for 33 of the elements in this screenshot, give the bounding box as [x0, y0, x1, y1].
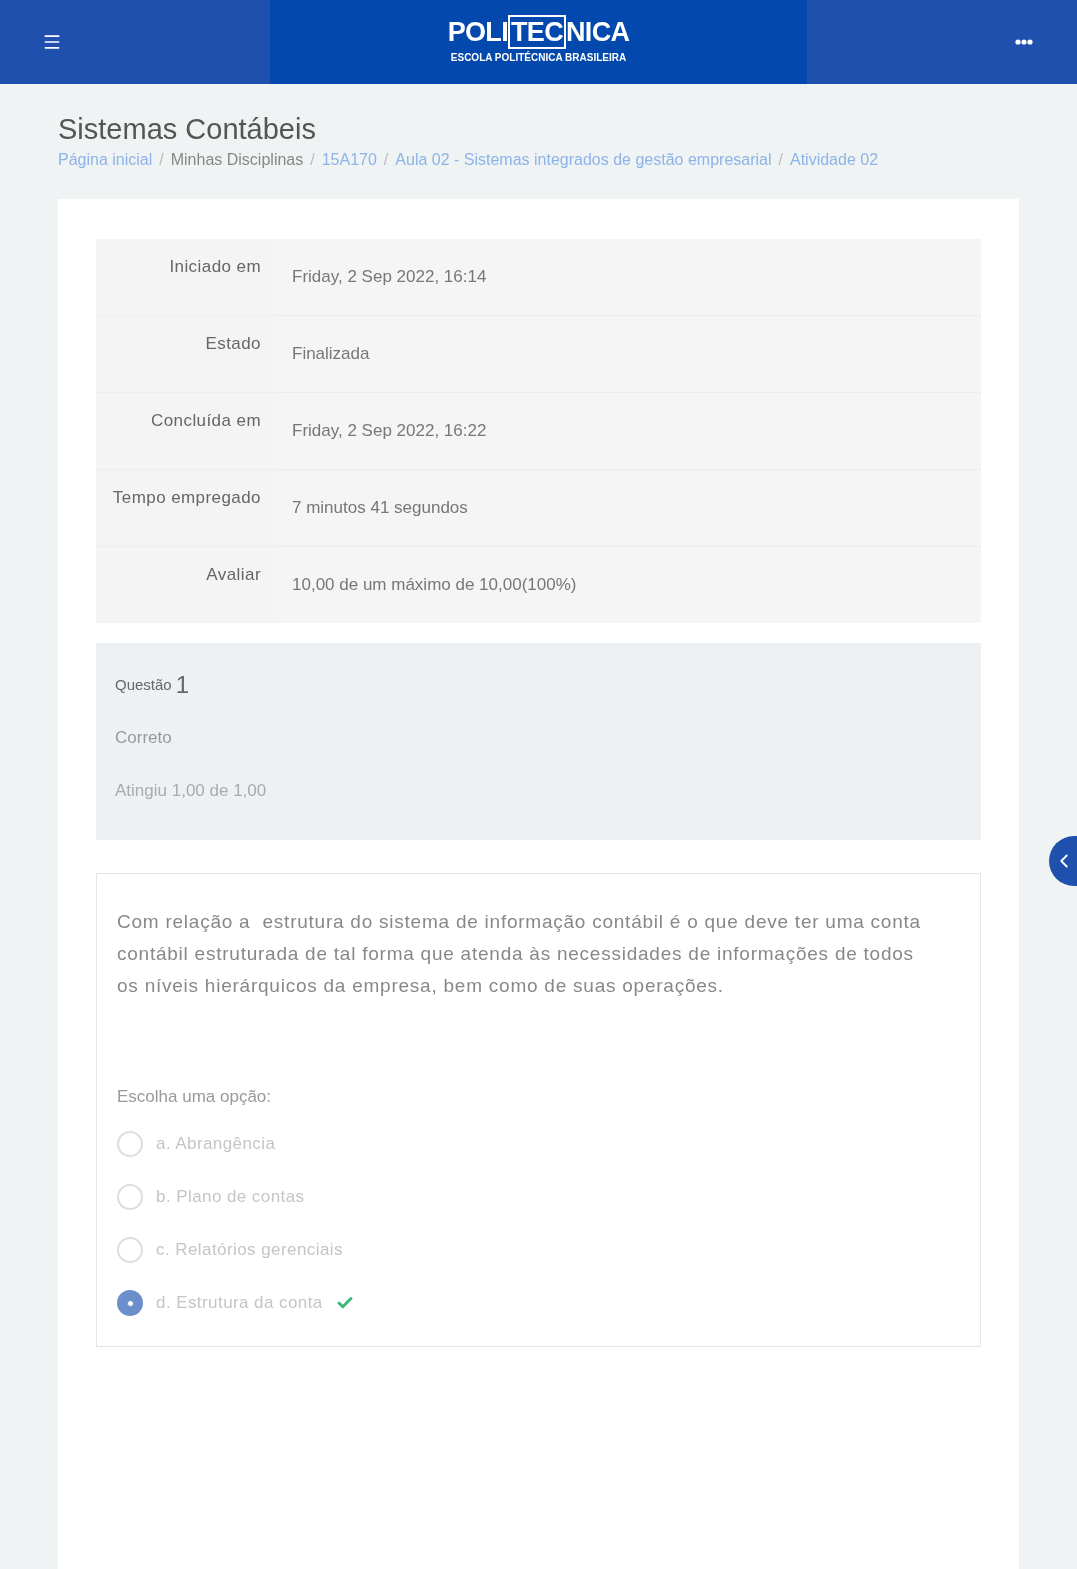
radio-button[interactable] [117, 1184, 143, 1210]
menu-icon [42, 32, 62, 52]
radio-button[interactable] [117, 1131, 143, 1157]
breadcrumb-link[interactable]: Aula 02 - Sistemas integrados de gestão empresarial [395, 147, 772, 172]
breadcrumb-separator: / [159, 149, 164, 170]
question-label: Questão [115, 675, 172, 695]
question-text: Com relação a estrutura do sistema de informação contábil é o que deve ter uma conta contábil estruturada de tal forma que atenda às necessidades de informações de todos os níveis hierárquicos da empresa, bem como de suas operações. [117, 909, 922, 998]
summary-label: Concluída em [150, 409, 262, 432]
option-label[interactable]: a. Abrangência [156, 1131, 276, 1157]
radio-button[interactable] [117, 1237, 143, 1263]
more-icon [1015, 39, 1033, 45]
breadcrumb-link[interactable]: Atividade 02 [789, 147, 879, 172]
question-status: Correto [115, 726, 173, 749]
option-label[interactable]: b. Plano de contas [156, 1184, 305, 1210]
breadcrumb-item: Minhas Disciplinas [170, 149, 304, 170]
breadcrumb-separator: / [383, 149, 389, 170]
summary-label: Tempo empregado [111, 486, 262, 509]
breadcrumb-separator: / [778, 149, 783, 170]
more-button[interactable] [1015, 39, 1033, 45]
summary-label: Iniciado em [168, 255, 262, 278]
summary-label: Avaliar [205, 563, 262, 586]
question-score: Atingiu 1,00 de 1,00 [115, 780, 268, 802]
page-title: Sistemas Contábeis [58, 112, 317, 147]
breadcrumb-separator: / [310, 149, 315, 170]
summary-label: Estado [204, 332, 262, 355]
prompt-text: Escolha uma opção: [117, 1085, 273, 1108]
breadcrumb-link[interactable]: Página inicial [58, 147, 153, 172]
option-label[interactable]: d. Estrutura da conta [156, 1290, 323, 1316]
radio-button[interactable] [117, 1290, 143, 1316]
breadcrumb-link[interactable]: 15A170 [321, 147, 377, 172]
option-label[interactable]: c. Relatórios gerenciais [156, 1237, 343, 1263]
question-number: 1 [175, 672, 190, 697]
logo-subtitle: ESCOLA POLITÉCNICA BRASILEIRA [450, 50, 627, 65]
